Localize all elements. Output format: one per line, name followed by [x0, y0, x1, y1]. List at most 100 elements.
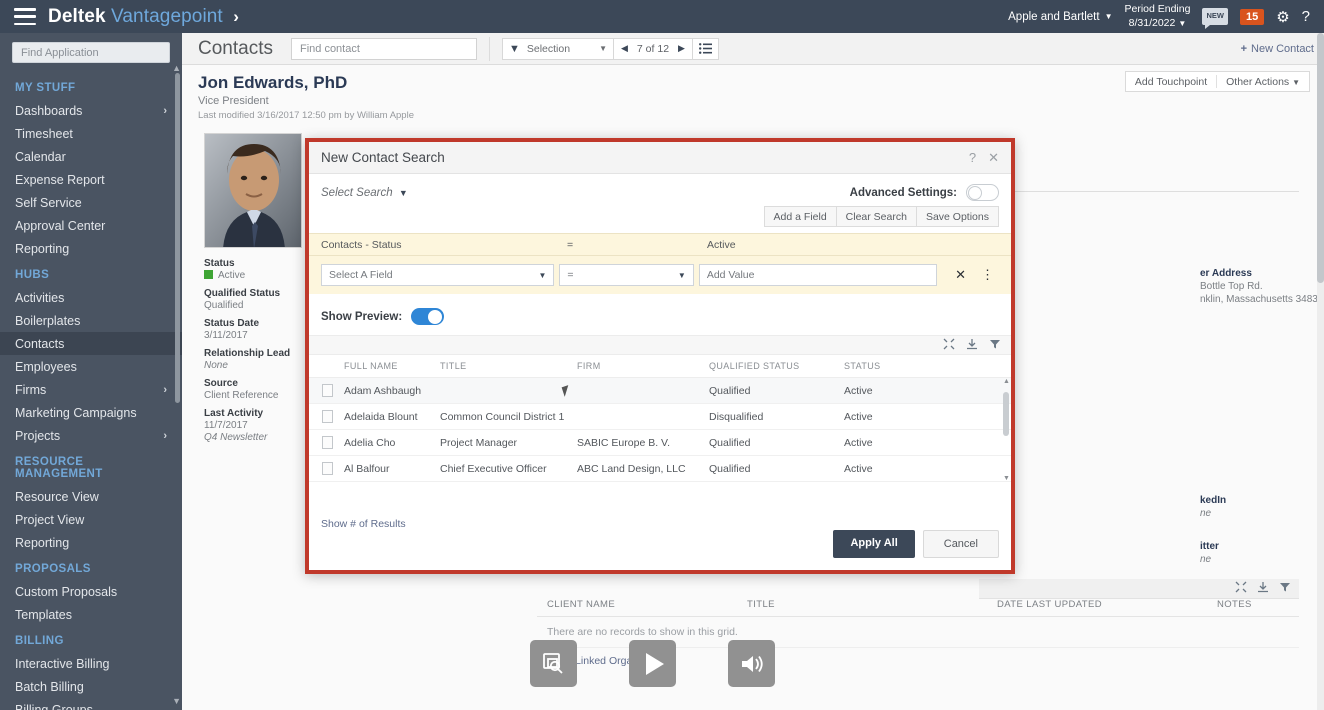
- sidebar-item-label: Marketing Campaigns: [15, 405, 137, 420]
- sidebar-item-interactive-billing[interactable]: Interactive Billing: [0, 652, 182, 675]
- sidebar-item-label: Contacts: [15, 336, 65, 351]
- sidebar-item-calendar[interactable]: Calendar: [0, 145, 182, 168]
- download-icon[interactable]: [1257, 580, 1269, 598]
- play-icon[interactable]: [629, 640, 676, 687]
- table-row[interactable]: Adelaida Blount Common Council District 1…: [309, 404, 1011, 430]
- new-notification-badge[interactable]: NEW: [1202, 8, 1228, 29]
- select-a-field-dropdown[interactable]: Select A Field ▼: [321, 264, 555, 286]
- other-address-line2: nklin, Massachusetts 34832: [1200, 294, 1324, 305]
- brand-logo[interactable]: Deltek Vantagepoint ›: [48, 6, 239, 28]
- apply-all-button[interactable]: Apply All: [833, 530, 915, 558]
- volume-icon[interactable]: [728, 640, 775, 687]
- col-status: STATUS: [844, 361, 881, 371]
- cell-status: Active: [844, 462, 873, 475]
- save-options-button[interactable]: Save Options: [915, 206, 999, 227]
- preview-scrollbar[interactable]: ▲ ▼: [1003, 378, 1010, 482]
- other-actions-button[interactable]: Other Actions ▼: [1217, 76, 1309, 88]
- find-contact-input[interactable]: Find contact: [290, 37, 477, 60]
- sidebar-scroll-down-icon[interactable]: ▼: [172, 696, 181, 706]
- notification-count-badge[interactable]: 15: [1239, 8, 1265, 25]
- row-checkbox[interactable]: [322, 384, 333, 397]
- row-checkbox[interactable]: [322, 462, 333, 475]
- sidebar-item-custom-proposals[interactable]: Custom Proposals: [0, 580, 182, 603]
- criteria-more-options-icon[interactable]: ⋮: [976, 267, 999, 283]
- sidebar-item-firms[interactable]: Firms ›: [0, 378, 182, 401]
- expand-icon[interactable]: [1235, 580, 1247, 598]
- sidebar-item-label: Custom Proposals: [15, 584, 118, 599]
- sidebar-item-contacts[interactable]: Contacts: [0, 332, 182, 355]
- gear-icon[interactable]: ⚙: [1276, 8, 1289, 26]
- app-root: Deltek Vantagepoint › Apple and Bartlett…: [0, 0, 1324, 710]
- cancel-button[interactable]: Cancel: [922, 530, 999, 558]
- show-preview-toggle[interactable]: [411, 308, 445, 325]
- new-contact-button[interactable]: + New Contact: [1241, 43, 1314, 55]
- sidebar-item-activities[interactable]: Activities: [0, 286, 182, 309]
- cell-qualified-status: Disqualified: [709, 410, 764, 423]
- show-results-link[interactable]: Show # of Results: [321, 518, 406, 530]
- sidebar-item-billing-groups[interactable]: Billing Groups: [0, 698, 182, 710]
- sidebar-item-reporting[interactable]: Reporting: [0, 237, 182, 260]
- download-icon[interactable]: [966, 338, 978, 353]
- sidebar-item-marketing-campaigns[interactable]: Marketing Campaigns: [0, 401, 182, 424]
- list-view-icon[interactable]: [692, 37, 719, 60]
- expand-icon[interactable]: [943, 338, 955, 353]
- table-row[interactable]: Al Balfour Chief Executive Officer ABC Lan…: [309, 456, 1011, 482]
- row-checkbox[interactable]: [322, 410, 333, 423]
- add-a-field-button[interactable]: Add a Field: [763, 206, 836, 227]
- close-icon[interactable]: ✕: [988, 150, 999, 166]
- selection-filter-dropdown[interactable]: ▼ Selection ▼: [501, 37, 614, 60]
- chevron-down-icon: ▼: [398, 187, 408, 198]
- magnify-icon[interactable]: [530, 640, 577, 687]
- sidebar-item-self-service[interactable]: Self Service: [0, 191, 182, 214]
- add-touchpoint-button[interactable]: Add Touchpoint: [1126, 76, 1216, 88]
- row-checkbox[interactable]: [322, 436, 333, 449]
- sidebar-item-dashboards[interactable]: Dashboards ›: [0, 99, 182, 122]
- add-value-input[interactable]: Add Value: [698, 264, 938, 286]
- advanced-settings-toggle[interactable]: [966, 184, 999, 201]
- table-row[interactable]: Adam Ashbaugh Qualified Active: [309, 378, 1011, 404]
- sidebar-scroll-up-icon[interactable]: ▲: [172, 63, 181, 73]
- filter-icon: ▼: [508, 42, 520, 55]
- menu-hamburger-icon[interactable]: [14, 8, 36, 25]
- info-label: Last Activity: [204, 408, 264, 419]
- main-scrollbar[interactable]: [1317, 33, 1324, 710]
- scroll-up-icon[interactable]: ▲: [1003, 378, 1010, 385]
- sidebar-item-project-view[interactable]: Project View: [0, 508, 182, 531]
- sidebar-item-resource-view[interactable]: Resource View: [0, 485, 182, 508]
- sidebar-item-expense-report[interactable]: Expense Report: [0, 168, 182, 191]
- help-icon[interactable]: ?: [1302, 8, 1310, 25]
- filter-icon[interactable]: [1279, 580, 1291, 598]
- sidebar-item-approval-center[interactable]: Approval Center: [0, 214, 182, 237]
- filter-icon[interactable]: [989, 338, 1001, 353]
- help-icon[interactable]: ?: [969, 150, 976, 166]
- sidebar-scrollbar[interactable]: [175, 73, 180, 403]
- sidebar-item-reporting[interactable]: Reporting: [0, 531, 182, 554]
- sidebar-item-label: Project View: [15, 512, 85, 527]
- select-search-dropdown[interactable]: Select Search ▼: [321, 187, 408, 199]
- col-firm: FIRM: [577, 361, 601, 371]
- info-value: Active: [204, 270, 309, 281]
- col-qualified-status: QUALIFIED STATUS: [709, 361, 800, 371]
- operator-dropdown[interactable]: = ▼: [559, 264, 694, 286]
- organization-selector[interactable]: Apple and Bartlett ▼: [1008, 11, 1112, 23]
- organization-label: Apple and Bartlett: [1008, 10, 1100, 23]
- sidebar-item-batch-billing[interactable]: Batch Billing: [0, 675, 182, 698]
- prev-record-button[interactable]: ◀: [621, 43, 628, 54]
- sidebar-item-templates[interactable]: Templates: [0, 603, 182, 626]
- period-ending-selector[interactable]: Period Ending 8/31/2022 ▼: [1124, 3, 1190, 29]
- find-application-input[interactable]: Find Application: [12, 42, 170, 63]
- sidebar-item-label: Expense Report: [15, 172, 105, 187]
- modal-title: New Contact Search: [321, 150, 445, 165]
- contacts-toolbar: Contacts Find contact ▼ Selection ▼ ◀ 7 …: [182, 33, 1324, 65]
- sidebar-item-boilerplates[interactable]: Boilerplates: [0, 309, 182, 332]
- sidebar-item-timesheet[interactable]: Timesheet: [0, 122, 182, 145]
- sidebar-item-employees[interactable]: Employees: [0, 355, 182, 378]
- sidebar-item-projects[interactable]: Projects ›: [0, 424, 182, 447]
- cell-qualified-status: Qualified: [709, 462, 751, 475]
- table-row[interactable]: Adelia Cho Project Manager SABIC Europe B.…: [309, 430, 1011, 456]
- scroll-down-icon[interactable]: ▼: [1003, 475, 1010, 482]
- clear-search-button[interactable]: Clear Search: [835, 206, 916, 227]
- next-record-button[interactable]: ▶: [678, 43, 685, 54]
- remove-criteria-icon[interactable]: ✕: [950, 267, 971, 283]
- criteria-value: Active: [707, 238, 736, 251]
